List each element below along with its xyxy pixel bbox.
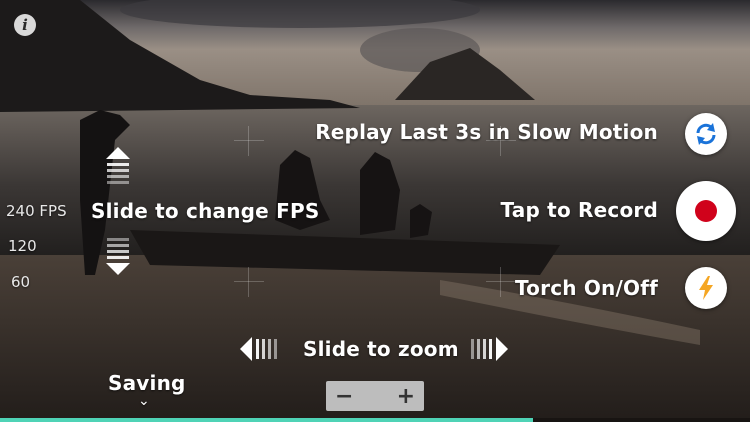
torch-button[interactable] xyxy=(685,267,727,309)
record-icon xyxy=(695,200,717,222)
info-icon: i xyxy=(22,16,28,34)
chevron-down-icon[interactable]: ⌄ xyxy=(138,393,150,409)
fps-hint: Slide to change FPS xyxy=(91,199,320,223)
lightning-icon xyxy=(699,276,713,300)
info-button[interactable]: i xyxy=(14,14,36,36)
record-button[interactable] xyxy=(676,181,736,241)
chevron-up-icon xyxy=(106,147,130,184)
saving-label: Saving xyxy=(108,371,186,395)
focus-crosshair xyxy=(234,267,264,297)
zoom-left-arrow-icon[interactable] xyxy=(240,337,282,361)
torch-label: Torch On/Off xyxy=(515,276,658,300)
chevron-down-icon xyxy=(106,238,130,275)
zoom-hint: Slide to zoom xyxy=(303,337,459,361)
fps-option-60[interactable]: 60 xyxy=(11,273,30,291)
focus-crosshair xyxy=(234,126,264,156)
saving-progress-fill xyxy=(0,418,533,422)
fps-option-240[interactable]: 240 FPS xyxy=(6,202,67,220)
zoom-in-button[interactable]: + xyxy=(397,384,415,409)
zoom-right-arrow-icon[interactable] xyxy=(466,337,508,361)
zoom-stepper[interactable]: − + xyxy=(326,381,424,411)
saving-progress-bar xyxy=(0,418,750,422)
record-label: Tap to Record xyxy=(500,198,658,222)
replay-label: Replay Last 3s in Slow Motion xyxy=(315,120,658,144)
fps-option-120[interactable]: 120 xyxy=(8,237,37,255)
replay-icon xyxy=(696,123,716,145)
replay-button[interactable] xyxy=(685,113,727,155)
focus-crosshair xyxy=(486,267,516,297)
zoom-out-button[interactable]: − xyxy=(335,384,353,409)
